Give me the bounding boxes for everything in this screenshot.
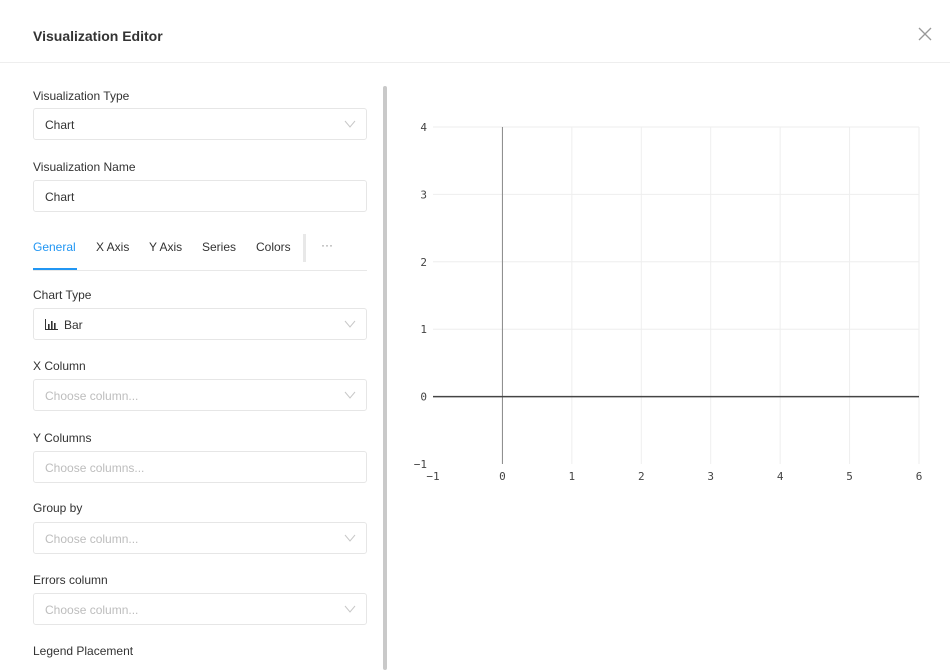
- y-tick-label: 0: [420, 391, 427, 404]
- x-tick-label: 0: [499, 470, 506, 483]
- group-by-placeholder: Choose column...: [45, 532, 139, 546]
- chevron-down-icon: [344, 534, 356, 542]
- x-column-label: X Column: [33, 359, 86, 373]
- legend-placement-label: Legend Placement: [33, 644, 134, 658]
- visualization-name-label: Visualization Name: [33, 160, 136, 174]
- editor-tabs: General X Axis Y Axis Series Colors ···: [33, 234, 367, 271]
- y-columns-select[interactable]: Choose columns...: [33, 451, 367, 483]
- y-tick-label: 1: [420, 323, 427, 336]
- y-tick-label: 2: [420, 256, 427, 269]
- visualization-name-value: Chart: [45, 190, 75, 204]
- visualization-type-select[interactable]: Chart: [33, 108, 367, 140]
- active-tab-indicator: [33, 268, 77, 270]
- errors-column-label: Errors column: [33, 573, 108, 587]
- modal-header: Visualization Editor: [0, 0, 950, 63]
- y-tick-label: 4: [420, 121, 427, 134]
- visualization-type-label: Visualization Type: [33, 89, 130, 103]
- chevron-down-icon: [344, 120, 356, 128]
- visualization-name-input[interactable]: Chart: [33, 180, 367, 212]
- tab-general[interactable]: General: [33, 240, 76, 254]
- x-tick-label: −1: [426, 470, 439, 483]
- tab-y-axis[interactable]: Y Axis: [149, 240, 182, 254]
- group-by-label: Group by: [33, 501, 83, 515]
- chart-type-label: Chart Type: [33, 288, 92, 302]
- x-column-select[interactable]: Choose column...: [33, 379, 367, 411]
- tab-series[interactable]: Series: [202, 240, 236, 254]
- x-tick-label: 6: [916, 470, 923, 483]
- chart-type-select[interactable]: Bar: [33, 308, 367, 340]
- chevron-down-icon: [344, 605, 356, 613]
- x-tick-label: 2: [638, 470, 645, 483]
- editor-form: Visualization Type Chart Visualization N…: [33, 62, 369, 670]
- chart-type-value: Bar: [64, 318, 83, 332]
- x-tick-label: 5: [846, 470, 853, 483]
- bar-chart-icon: [45, 319, 58, 330]
- more-tabs-button[interactable]: ···: [321, 238, 333, 252]
- tab-colors[interactable]: Colors: [256, 240, 291, 254]
- y-tick-label: −1: [414, 458, 427, 471]
- x-column-placeholder: Choose column...: [45, 389, 139, 403]
- x-tick-label: 4: [777, 470, 784, 483]
- y-tick-label: 3: [420, 188, 427, 201]
- x-tick-label: 3: [707, 470, 714, 483]
- group-by-select[interactable]: Choose column...: [33, 522, 367, 554]
- tab-divider: [303, 234, 306, 262]
- errors-column-placeholder: Choose column...: [45, 603, 139, 617]
- chevron-down-icon: [344, 320, 356, 328]
- close-icon[interactable]: [917, 26, 933, 42]
- scrollbar[interactable]: [383, 86, 387, 670]
- chevron-down-icon: [344, 391, 356, 399]
- modal-title: Visualization Editor: [33, 28, 163, 44]
- y-columns-label: Y Columns: [33, 431, 92, 445]
- errors-column-select[interactable]: Choose column...: [33, 593, 367, 625]
- tab-x-axis[interactable]: X Axis: [96, 240, 129, 254]
- x-tick-label: 1: [569, 470, 576, 483]
- chart-svg: −1 0 1 2 3 4 5 6 −1 0 1 2 3 4: [414, 121, 923, 483]
- y-columns-placeholder: Choose columns...: [45, 461, 145, 475]
- visualization-type-value: Chart: [45, 118, 75, 132]
- chart-preview: −1 0 1 2 3 4 5 6 −1 0 1 2 3 4: [395, 100, 940, 500]
